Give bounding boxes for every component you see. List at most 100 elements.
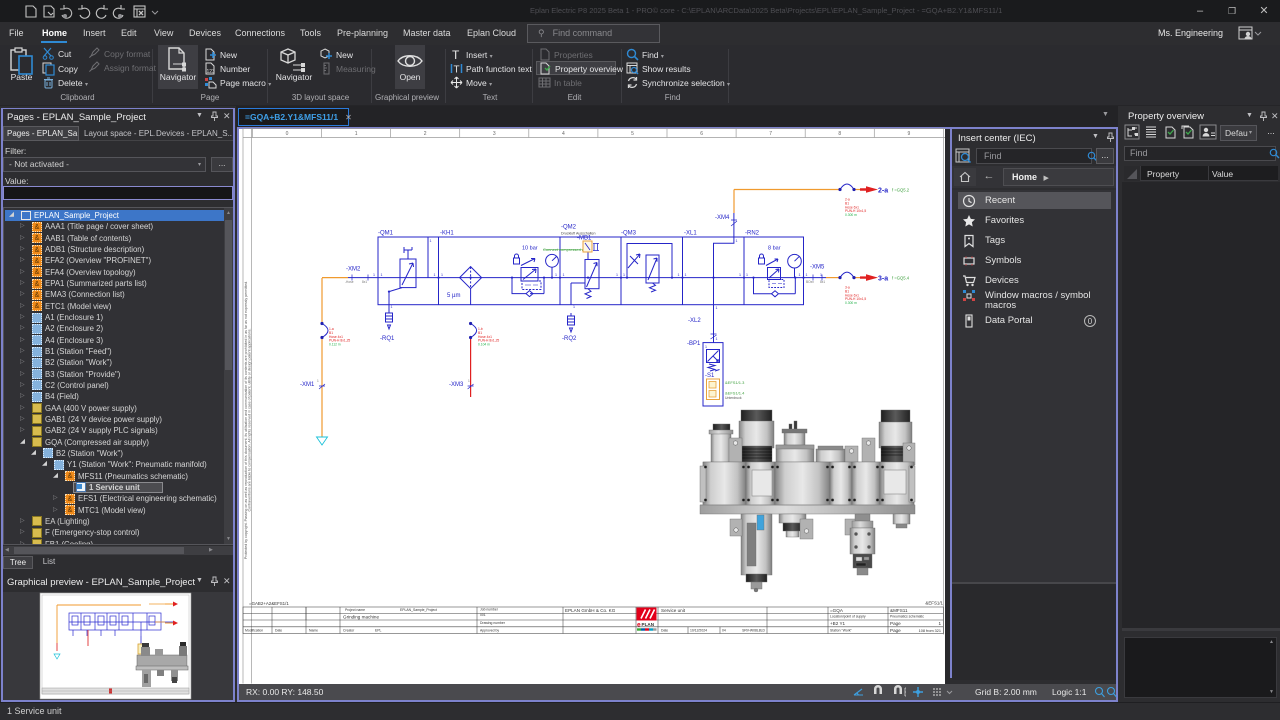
svg-text:PLAN: PLAN: [642, 622, 655, 627]
svg-text:T: T: [452, 48, 460, 62]
svg-text:6: 6: [700, 131, 703, 137]
svg-text:1: 1: [555, 273, 557, 277]
svg-text:-RQ2: -RQ2: [562, 336, 577, 342]
svg-text:1: 1: [355, 131, 358, 137]
svg-text:1: 1: [739, 273, 741, 277]
svg-text:8x1: 8x1: [820, 280, 825, 284]
svg-text:0.300 m: 0.300 m: [845, 301, 857, 305]
svg-text:BOxx: BOxx: [806, 280, 814, 284]
svg-text:1: 1: [381, 273, 383, 277]
svg-text:Druckluft Ausschalten: Druckluft Ausschalten: [561, 232, 596, 236]
svg-text:f =GQ5.4: f =GQ5.4: [892, 276, 910, 281]
svg-text:Name: Name: [309, 629, 318, 633]
svg-text:Location/point of supply: Location/point of supply: [830, 615, 866, 619]
svg-text:-XL2: -XL2: [688, 318, 701, 324]
svg-text:1: 1: [616, 273, 618, 277]
svg-text:-XM1: -XM1: [300, 382, 315, 388]
svg-text:0.300 m: 0.300 m: [845, 213, 857, 217]
svg-text:1: 1: [678, 273, 680, 277]
svg-text:2-a: 2-a: [878, 188, 888, 195]
svg-text:-XM3: -XM3: [449, 382, 464, 388]
svg-text:1: 1: [799, 273, 801, 277]
svg-text:1: 1: [806, 273, 808, 277]
svg-text:&EFS1/1.3: &EFS1/1.3: [725, 380, 745, 385]
svg-text:9: 9: [908, 131, 911, 137]
svg-text:1: 1: [705, 345, 707, 349]
svg-text:-BP1: -BP1: [687, 341, 701, 347]
svg-text:1: 1: [623, 273, 625, 277]
svg-text:1: 1: [938, 621, 941, 626]
svg-text:&EFS1/1: &EFS1/1: [925, 601, 943, 606]
svg-text:1: 1: [391, 305, 393, 309]
svg-text:3: 3: [493, 131, 496, 137]
svg-text:1: 1: [685, 273, 687, 277]
svg-text:SRV-W08L8LD: SRV-W08L8LD: [742, 629, 765, 633]
svg-text:-KH1: -KH1: [440, 231, 454, 237]
svg-text:1: 1: [430, 239, 432, 243]
svg-text:-S1: -S1: [705, 373, 715, 379]
svg-text:Contraventions are liable to c: Contraventions are liable to compensatio…: [248, 329, 252, 512]
svg-text:Pneumatics schematic: Pneumatics schematic: [890, 615, 924, 619]
svg-text:Modification: Modification: [245, 629, 263, 633]
svg-text:-XM5: -XM5: [810, 265, 825, 271]
svg-text:0: 0: [286, 131, 289, 137]
svg-text:1: 1: [716, 306, 718, 310]
svg-text:-XM2: -XM2: [346, 267, 361, 273]
svg-text:0.112 m: 0.112 m: [329, 343, 341, 347]
svg-text:Project name: Project name: [345, 608, 365, 612]
svg-text:-QM3: -QM3: [621, 231, 637, 237]
svg-text:108 from 321: 108 from 321: [919, 629, 941, 633]
svg-text:0.104 m: 0.104 m: [478, 343, 490, 347]
svg-text:1: 1: [573, 305, 575, 309]
svg-text:8x1: 8x1: [362, 280, 367, 284]
svg-text:=GAB2+A2&EFS1/1: =GAB2+A2&EFS1/1: [249, 601, 289, 606]
svg-text:-Hose: -Hose: [345, 280, 354, 284]
svg-text:1: 1: [736, 239, 738, 243]
svg-text:1: 1: [563, 273, 565, 277]
svg-text:Drawing number: Drawing number: [480, 621, 506, 625]
svg-text:-RQ1: -RQ1: [380, 336, 395, 342]
svg-text:T: T: [454, 65, 460, 76]
svg-text:+B2 Y1: +B2 Y1: [830, 621, 846, 626]
svg-text:EPLAN GmbH & Co. KG: EPLAN GmbH & Co. KG: [565, 608, 616, 613]
svg-text:1: 1: [317, 379, 319, 383]
svg-text:Station "Work": Station "Work": [830, 629, 853, 633]
svg-text:1: 1: [441, 273, 443, 277]
svg-text:1: 1: [716, 337, 718, 341]
svg-text:EPL: EPL: [375, 629, 382, 633]
svg-text:10/12/2024: 10/12/2024: [690, 629, 707, 633]
svg-text:8: 8: [838, 131, 841, 137]
svg-text:Grinding machine: Grinding machine: [343, 615, 379, 620]
svg-text:5: 5: [631, 131, 634, 137]
svg-text:1: 1: [373, 273, 375, 277]
svg-text:-QM2: -QM2: [561, 225, 577, 231]
svg-text:8 bar: 8 bar: [768, 246, 781, 252]
svg-text:Connect compressed air: Connect compressed air: [543, 247, 587, 252]
svg-text:1: 1: [746, 273, 748, 277]
svg-text:Job number: Job number: [480, 608, 499, 612]
svg-text:&EFS1/1.4: &EFS1/1.4: [725, 391, 745, 396]
svg-text:Service unit: Service unit: [661, 608, 686, 613]
svg-text:EPLAN_Sample_Project: EPLAN_Sample_Project: [400, 608, 437, 612]
svg-text:-QM1: -QM1: [378, 231, 394, 237]
svg-text:-RN2: -RN2: [745, 231, 760, 237]
svg-text:Creator: Creator: [343, 629, 355, 633]
svg-text:Date: Date: [661, 629, 668, 633]
svg-text:2: 2: [424, 131, 427, 137]
svg-text:1: 1: [434, 273, 436, 277]
svg-text:Unterdruck: Unterdruck: [725, 396, 742, 400]
svg-text:Page: Page: [890, 621, 901, 626]
svg-text:123: 123: [207, 69, 216, 75]
svg-text:10 bar: 10 bar: [522, 246, 538, 252]
svg-text:&MFS11: &MFS11: [890, 608, 908, 613]
svg-text:Approved by: Approved by: [480, 629, 499, 633]
svg-text:1: 1: [468, 379, 470, 383]
svg-text:3-a: 3-a: [878, 276, 888, 283]
svg-text:7: 7: [769, 131, 772, 137]
svg-text:4: 4: [562, 131, 565, 137]
svg-text:001: 001: [480, 613, 486, 617]
svg-text:=GQA: =GQA: [830, 608, 844, 613]
svg-text:5 µm: 5 µm: [447, 293, 460, 299]
svg-text:-XL1: -XL1: [684, 231, 697, 237]
svg-text:-XM4: -XM4: [715, 215, 730, 221]
